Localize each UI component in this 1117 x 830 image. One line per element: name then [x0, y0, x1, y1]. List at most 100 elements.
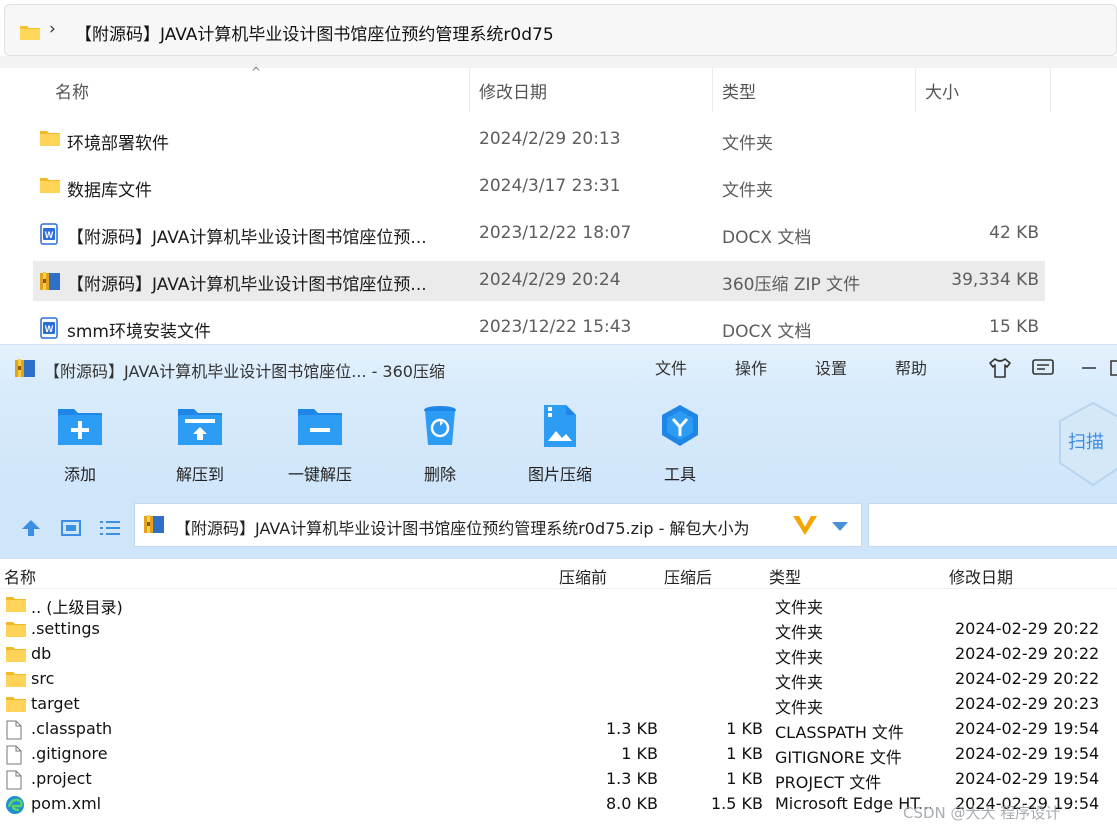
file-size: 15 KB — [989, 317, 1039, 337]
message-icon[interactable] — [1031, 357, 1055, 383]
zip-toolbar: 添加 解压到 一键解压 删除 图片压缩 工具 扫描 — [0, 389, 1117, 501]
folder-icon — [39, 129, 61, 151]
folder-icon — [5, 595, 27, 617]
file-row[interactable]: 环境部署软件 2024/2/29 20:13 文件夹 — [33, 120, 1045, 160]
menu-settings[interactable]: 设置 — [815, 355, 847, 379]
chevron-right-icon[interactable]: › — [49, 19, 56, 39]
svg-text:W: W — [45, 230, 54, 240]
file-type: 文件夹 — [722, 134, 773, 154]
file-list: ^ 名称 修改日期 类型 大小 环境部署软件 2024/2/29 20:13 文… — [0, 65, 1117, 344]
file-size: 42 KB — [989, 223, 1039, 243]
column-header-name[interactable]: 名称 — [45, 68, 470, 112]
zip-row[interactable]: .project 1.3 KB 1 KB PROJECT 文件 2024-02-… — [0, 767, 1117, 792]
image-compress-button[interactable]: 图片压缩 — [515, 403, 605, 485]
folder-icon — [5, 620, 27, 642]
v-badge-icon — [791, 513, 819, 541]
file-date: 2024/2/29 20:24 — [479, 270, 621, 290]
one-click-extract-button[interactable]: 一键解压 — [275, 403, 365, 485]
menu-operation[interactable]: 操作 — [735, 355, 767, 379]
file-name: smm环境安装文件 — [67, 322, 211, 342]
list-view-icon[interactable] — [98, 518, 122, 542]
file-type: DOCX 文档 — [722, 228, 812, 248]
column-header-type[interactable]: 类型 — [712, 68, 916, 112]
scan-label: 扫描 — [1068, 432, 1104, 453]
zip-row[interactable]: .. (上级目录) 文件夹 — [0, 592, 1117, 617]
thumbnail-view-icon[interactable] — [60, 518, 82, 542]
svg-text:W: W — [45, 324, 54, 334]
file-row-selected[interactable]: 【附源码】JAVA计算机毕业设计图书馆座位预... 2024/2/29 20:2… — [33, 261, 1045, 301]
zip-path-text: 【附源码】JAVA计算机毕业设计图书馆座位预约管理系统r0d75.zip - 解… — [175, 519, 750, 538]
folder-icon — [19, 23, 41, 45]
column-header-date[interactable]: 修改日期 — [469, 68, 713, 112]
zip-archive-icon — [39, 270, 61, 296]
zip-path-field[interactable]: 【附源码】JAVA计算机毕业设计图书馆座位预约管理系统r0d75.zip - 解… — [134, 503, 862, 547]
folder-icon — [39, 176, 61, 198]
watermark: CSDN @大大 程序设计 — [903, 804, 1061, 822]
add-button[interactable]: 添加 — [35, 403, 125, 485]
address-bar[interactable]: › 【附源码】JAVA计算机毕业设计图书馆座位预约管理系统r0d75 — [4, 4, 1117, 56]
extract-to-button[interactable]: 解压到 — [155, 403, 245, 485]
one-click-extract-icon — [275, 403, 365, 453]
zip-app-icon — [14, 357, 36, 383]
zip-row[interactable]: .settings 文件夹 2024-02-29 20:22 — [0, 617, 1117, 642]
word-doc-icon: W — [39, 317, 59, 343]
zip-archive-icon — [143, 513, 165, 539]
file-name: 环境部署软件 — [67, 134, 169, 154]
file-type: 文件夹 — [722, 181, 773, 201]
zip-row[interactable]: .classpath 1.3 KB 1 KB CLASSPATH 文件 2024… — [0, 717, 1117, 742]
file-type: 360压缩 ZIP 文件 — [722, 275, 861, 295]
file-icon — [5, 745, 23, 769]
zip-window-title: 【附源码】JAVA计算机毕业设计图书馆座位... - 360压缩 — [44, 362, 445, 381]
delete-icon — [395, 403, 485, 453]
file-size: 39,334 KB — [951, 270, 1039, 290]
zip-header-type[interactable]: 类型 — [769, 564, 801, 588]
zip-row[interactable]: .gitignore 1 KB 1 KB GITIGNORE 文件 2024-0… — [0, 742, 1117, 767]
word-doc-icon: W — [39, 223, 59, 249]
file-name: 【附源码】JAVA计算机毕业设计图书馆座位预... — [67, 275, 427, 295]
folder-icon — [5, 695, 27, 717]
menu-help[interactable]: 帮助 — [895, 355, 927, 379]
file-name: 数据库文件 — [67, 181, 152, 201]
file-date: 2023/12/22 18:07 — [479, 223, 632, 243]
image-compress-icon — [515, 403, 605, 453]
up-arrow-icon[interactable] — [20, 518, 42, 542]
search-input[interactable] — [868, 503, 1117, 547]
skin-shirt-icon[interactable] — [987, 357, 1013, 383]
file-row[interactable]: W smm环境安装文件 2023/12/22 15:43 DOCX 文档 15 … — [33, 308, 1045, 348]
folder-icon — [5, 670, 27, 692]
zip-header-after[interactable]: 压缩后 — [664, 564, 712, 588]
file-icon — [5, 720, 23, 744]
folder-icon — [5, 645, 27, 667]
file-name: 【附源码】JAVA计算机毕业设计图书馆座位预... — [67, 228, 427, 248]
dropdown-arrow-icon[interactable] — [831, 518, 849, 537]
add-icon — [35, 403, 125, 453]
zip-title-bar[interactable]: 【附源码】JAVA计算机毕业设计图书馆座位... - 360压缩 文件 操作 设… — [0, 345, 1117, 389]
zip-path-bar: 【附源码】JAVA计算机毕业设计图书馆座位预约管理系统r0d75.zip - 解… — [0, 501, 1117, 559]
delete-button[interactable]: 删除 — [395, 403, 485, 485]
file-row[interactable]: W 【附源码】JAVA计算机毕业设计图书馆座位预... 2023/12/22 1… — [33, 214, 1045, 254]
zip-window: 【附源码】JAVA计算机毕业设计图书馆座位... - 360压缩 文件 操作 设… — [0, 344, 1117, 830]
scan-button[interactable]: 扫描 — [1058, 401, 1117, 487]
tools-button[interactable]: 工具 — [635, 403, 725, 485]
file-type: DOCX 文档 — [722, 322, 812, 342]
minimize-icon[interactable] — [1080, 357, 1098, 383]
zip-row[interactable]: src 文件夹 2024-02-29 20:22 — [0, 667, 1117, 692]
tools-icon — [635, 403, 725, 453]
zip-header-date[interactable]: 修改日期 — [949, 564, 1013, 588]
maximize-icon[interactable] — [1110, 357, 1117, 383]
column-header-size[interactable]: 大小 — [915, 68, 1051, 112]
zip-list-header: 名称 压缩前 压缩后 类型 修改日期 — [0, 559, 1117, 589]
file-icon — [5, 770, 23, 794]
zip-header-before[interactable]: 压缩前 — [559, 564, 607, 588]
file-date: 2024/3/17 23:31 — [479, 176, 621, 196]
extract-to-icon — [155, 403, 245, 453]
edge-icon — [5, 795, 25, 819]
file-row[interactable]: 数据库文件 2024/3/17 23:31 文件夹 — [33, 167, 1045, 207]
file-date: 2024/2/29 20:13 — [479, 129, 621, 149]
zip-row[interactable]: db 文件夹 2024-02-29 20:22 — [0, 642, 1117, 667]
menu-file[interactable]: 文件 — [655, 355, 687, 379]
zip-row[interactable]: target 文件夹 2024-02-29 20:23 — [0, 692, 1117, 717]
address-path[interactable]: 【附源码】JAVA计算机毕业设计图书馆座位预约管理系统r0d75 — [75, 20, 554, 45]
file-date: 2023/12/22 15:43 — [479, 317, 632, 337]
zip-header-name[interactable]: 名称 — [4, 564, 36, 588]
